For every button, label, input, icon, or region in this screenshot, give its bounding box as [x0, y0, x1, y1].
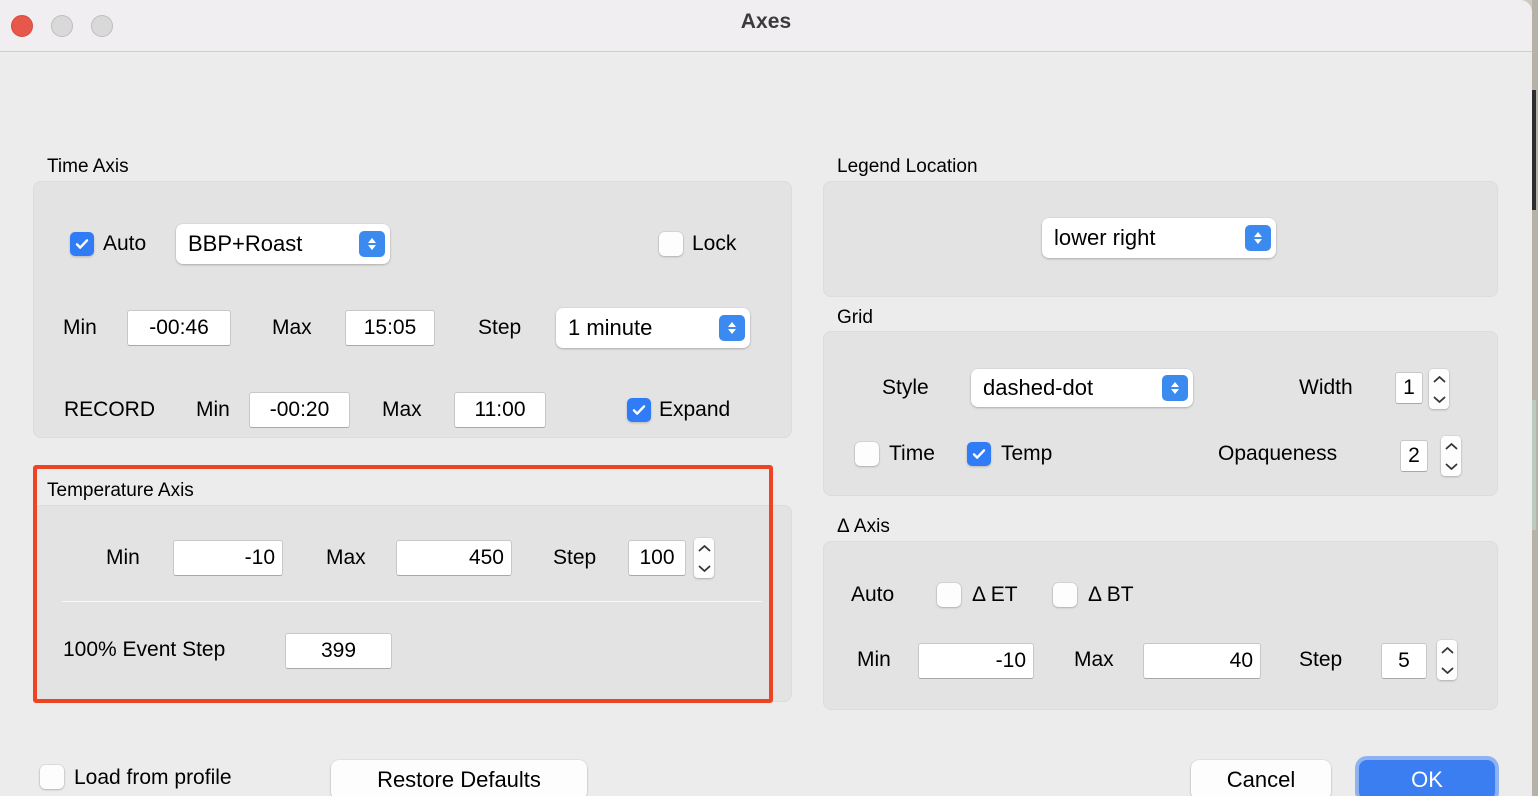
grid-temp-label: Temp — [1001, 442, 1053, 465]
window-titlebar: Axes — [0, 0, 1532, 52]
delta-step-input[interactable]: 5 — [1381, 643, 1427, 679]
delta-step-stepper[interactable] — [1437, 640, 1457, 680]
window-title: Axes — [740, 10, 792, 33]
time-step-select[interactable]: 1 minute — [556, 308, 750, 348]
temp-step-label: Step — [553, 546, 597, 569]
event-step-label: 100% Event Step — [63, 638, 226, 661]
backdrop-green-band — [1532, 400, 1536, 530]
delta-min-input[interactable]: -10 — [918, 643, 1034, 679]
event-step-input[interactable]: 399 — [285, 633, 392, 669]
time-min-input[interactable]: -00:46 — [127, 310, 231, 346]
stepper-up-icon[interactable] — [1433, 375, 1446, 384]
temp-max-label: Max — [326, 546, 366, 569]
delta-et-checkbox[interactable] — [937, 583, 961, 607]
checkmark-icon — [75, 239, 89, 249]
stepper-up-icon[interactable] — [1441, 646, 1454, 655]
delta-bt-label: Δ BT — [1088, 583, 1134, 606]
delta-auto-label: Auto — [851, 583, 895, 606]
cancel-button[interactable]: Cancel — [1191, 760, 1331, 796]
grid-group-label: Grid — [837, 307, 873, 328]
stepper-up-icon[interactable] — [1445, 442, 1458, 451]
time-max-input[interactable]: 15:05 — [345, 310, 435, 346]
grid-temp-checkbox[interactable] — [967, 442, 991, 466]
legend-location-value: lower right — [1054, 225, 1156, 250]
stepper-up-icon[interactable] — [698, 544, 711, 553]
stepper-down-icon[interactable] — [1433, 395, 1446, 404]
time-axis-group-label: Time Axis — [47, 156, 129, 177]
dialog-content: Time Axis Auto BBP+Roast Lock Min -00:46… — [0, 52, 1532, 796]
time-step-label: Step — [478, 316, 522, 339]
time-lock-checkbox[interactable] — [659, 232, 683, 256]
time-mode-value: BBP+Roast — [188, 231, 303, 256]
delta-max-label: Max — [1074, 648, 1114, 671]
time-expand-label: Expand — [659, 398, 731, 421]
grid-opaqueness-label: Opaqueness — [1218, 442, 1338, 465]
checkmark-icon — [632, 405, 646, 415]
grid-time-checkbox[interactable] — [855, 442, 879, 466]
temperature-axis-group-label: Temperature Axis — [47, 480, 194, 501]
delta-bt-checkbox[interactable] — [1053, 583, 1077, 607]
grid-time-label: Time — [889, 442, 935, 465]
delta-et-label: Δ ET — [972, 583, 1018, 606]
temperature-axis-divider — [62, 601, 762, 602]
record-max-label: Max — [382, 398, 422, 421]
record-max-input[interactable]: 11:00 — [454, 392, 546, 428]
legend-group-label: Legend Location — [837, 156, 978, 177]
axes-dialog-window: Axes Time Axis Auto BBP+Roast Lock Min -… — [0, 0, 1532, 796]
load-from-profile-checkbox[interactable] — [40, 765, 64, 789]
temp-min-input[interactable]: -10 — [173, 540, 283, 576]
grid-opaqueness-input[interactable]: 2 — [1400, 440, 1428, 472]
stepper-down-icon[interactable] — [1445, 462, 1458, 471]
backdrop-dark-band — [1532, 90, 1536, 210]
time-auto-label: Auto — [103, 232, 147, 255]
delta-step-label: Step — [1299, 648, 1343, 671]
chevron-updown-icon — [359, 231, 385, 257]
time-mode-select[interactable]: BBP+Roast — [176, 224, 390, 264]
chevron-updown-icon — [1162, 375, 1188, 401]
grid-style-value: dashed-dot — [983, 375, 1094, 400]
temp-step-stepper[interactable] — [694, 538, 714, 578]
delta-axis-group-box — [823, 541, 1498, 710]
checkmark-icon — [972, 449, 986, 459]
grid-opaqueness-stepper[interactable] — [1441, 436, 1461, 476]
temperature-axis-group-box — [33, 505, 792, 702]
time-step-value: 1 minute — [568, 315, 653, 340]
record-min-input[interactable]: -00:20 — [249, 392, 350, 428]
record-min-label: Min — [196, 398, 230, 421]
stepper-down-icon[interactable] — [1441, 666, 1454, 675]
stepper-down-icon[interactable] — [698, 564, 711, 573]
time-max-label: Max — [272, 316, 312, 339]
grid-width-label: Width — [1299, 376, 1353, 399]
delta-min-label: Min — [857, 648, 891, 671]
chevron-updown-icon — [1245, 225, 1271, 251]
chevron-updown-icon — [719, 315, 745, 341]
load-from-profile-label: Load from profile — [74, 766, 232, 789]
delta-max-input[interactable]: 40 — [1143, 643, 1261, 679]
temp-max-input[interactable]: 450 — [396, 540, 512, 576]
time-lock-label: Lock — [692, 232, 737, 255]
legend-location-select[interactable]: lower right — [1042, 218, 1276, 258]
grid-width-stepper[interactable] — [1429, 369, 1449, 409]
temp-step-input[interactable]: 100 — [628, 540, 686, 576]
temp-min-label: Min — [106, 546, 140, 569]
grid-style-label: Style — [882, 376, 929, 399]
grid-style-select[interactable]: dashed-dot — [971, 369, 1193, 407]
time-expand-checkbox[interactable] — [627, 398, 651, 422]
grid-group-box — [823, 331, 1498, 496]
ok-button[interactable]: OK — [1359, 760, 1495, 796]
delta-axis-group-label: Δ Axis — [837, 516, 890, 537]
restore-defaults-button[interactable]: Restore Defaults — [331, 760, 587, 796]
time-auto-checkbox[interactable] — [70, 232, 94, 256]
grid-width-input[interactable]: 1 — [1395, 372, 1423, 404]
time-record-label: RECORD — [64, 398, 156, 421]
time-min-label: Min — [63, 316, 97, 339]
